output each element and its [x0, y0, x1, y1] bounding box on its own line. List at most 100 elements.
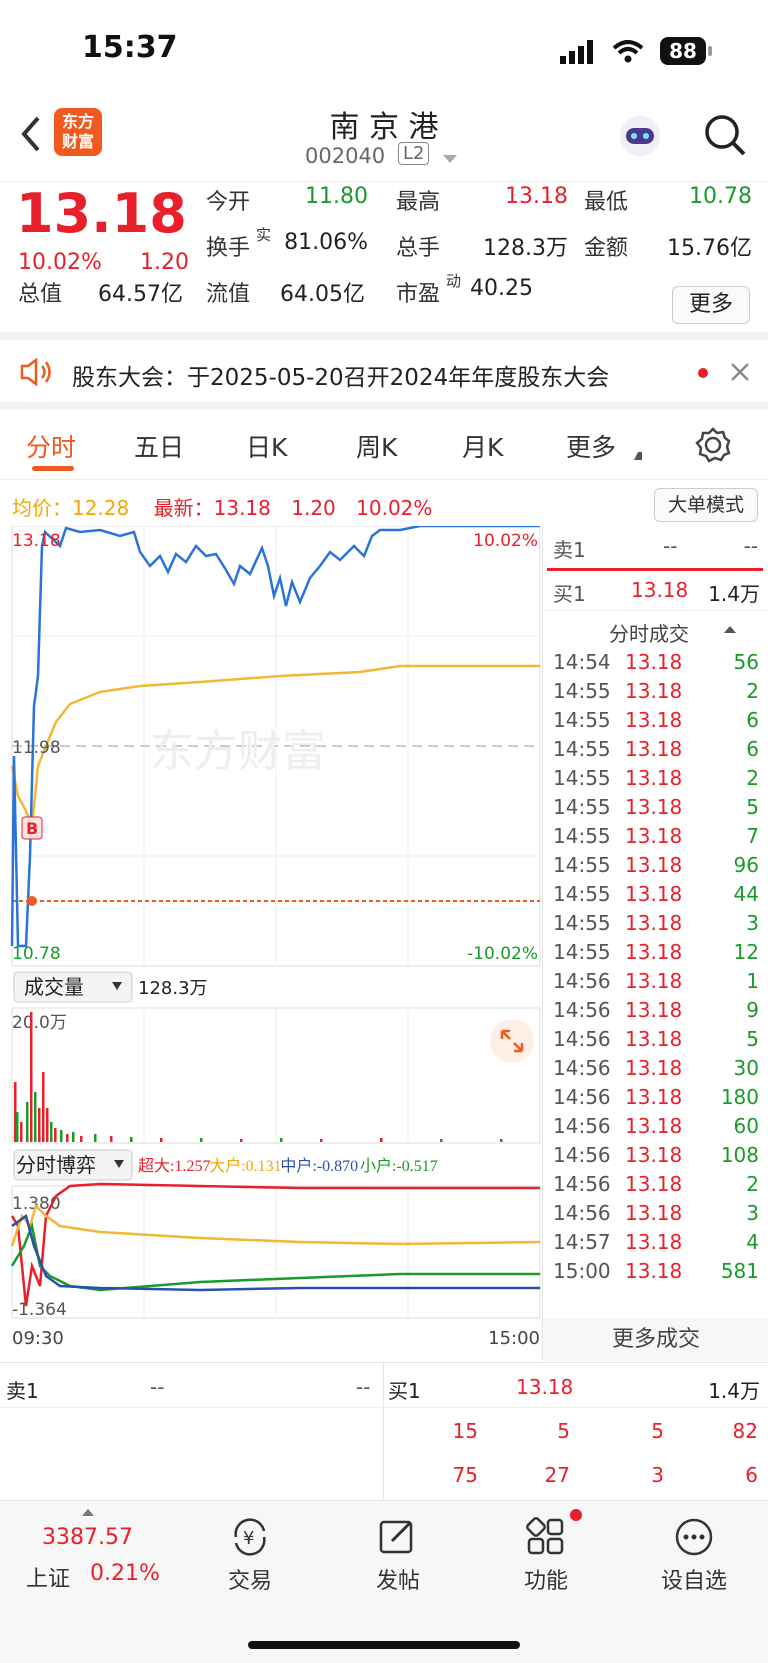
tick-volume: 96: [733, 853, 759, 877]
tick-volume: 9: [746, 998, 759, 1022]
nav-features[interactable]: 功能: [506, 1563, 586, 1595]
avg-value: 12.28: [72, 496, 130, 520]
side-buy1-price: 13.18: [631, 578, 689, 602]
grid-icon[interactable]: [526, 1517, 566, 1557]
edit-icon[interactable]: [378, 1517, 418, 1557]
close-icon[interactable]: [730, 362, 750, 382]
flow-legend-item: 大户:0.131: [209, 1157, 281, 1175]
latest-pct: 10.02%: [356, 496, 433, 520]
tick-price: 13.18: [625, 737, 683, 761]
time-start-label: 09:30: [12, 1328, 64, 1349]
tick-price: 13.18: [625, 766, 683, 790]
nav-post[interactable]: 发帖: [358, 1563, 438, 1595]
tick-time: 14:56: [553, 969, 611, 993]
tick-time: 14:55: [553, 940, 611, 964]
tick-price: 13.18: [625, 795, 683, 819]
side-buy1-volume: 1.4万: [708, 582, 760, 606]
tick-price: 13.18: [625, 1114, 683, 1138]
tick-volume: 30: [733, 1056, 759, 1080]
search-icon[interactable]: [702, 112, 748, 158]
tick-row: 14:56 13.18 9: [543, 998, 768, 1027]
index-value[interactable]: 3387.57: [42, 1525, 133, 1550]
tab-3[interactable]: 周K: [356, 428, 397, 464]
index-up-arrow-icon: [82, 1509, 94, 1516]
book-queue-cell: 75: [452, 1463, 478, 1487]
latest-change: 1.20: [291, 496, 336, 520]
tick-price: 13.18: [625, 1143, 683, 1167]
nav-trade[interactable]: 交易: [210, 1563, 290, 1595]
tick-row: 14:56 13.18 5: [543, 1027, 768, 1056]
tab-4[interactable]: 月K: [462, 428, 503, 464]
tick-row: 14:55 13.18 2: [543, 679, 768, 708]
quote-value: 40.25: [470, 276, 533, 301]
tick-time: 14:56: [553, 1085, 611, 1109]
status-bar: 15:37 88: [0, 0, 768, 100]
divider: [543, 610, 768, 611]
tick-time: 14:56: [553, 1172, 611, 1196]
level-badge[interactable]: L2: [398, 142, 430, 165]
book-sell1-label: 卖1: [6, 1379, 39, 1403]
volume-bar: [94, 1134, 97, 1142]
tick-row: 14:56 13.18 60: [543, 1114, 768, 1143]
tick-volume: 5: [746, 795, 759, 819]
book-queue-cell: 6: [745, 1463, 758, 1487]
tick-row: 14:56 13.18 180: [543, 1085, 768, 1114]
tab-5[interactable]: 更多: [566, 428, 616, 464]
buy-marker-text: B: [26, 819, 38, 838]
tick-volume: 2: [746, 766, 759, 790]
quote-value: 13.18: [505, 184, 568, 209]
nav-add-watchlist[interactable]: 设自选: [654, 1563, 734, 1595]
wifi-icon: [612, 40, 644, 63]
settings-gear-icon[interactable]: [694, 426, 732, 464]
expand-button[interactable]: [490, 1019, 534, 1063]
tick-volume: 2: [746, 1172, 759, 1196]
book-queue-cell: 82: [732, 1419, 758, 1443]
tick-time: 14:56: [553, 1027, 611, 1051]
yen-cycle-icon[interactable]: ¥: [228, 1517, 272, 1557]
robot-assistant-icon[interactable]: [616, 112, 664, 160]
more-tab-arrow-icon: [634, 452, 642, 460]
tick-row: 14:55 13.18 2: [543, 766, 768, 795]
notice-bar[interactable]: 股东大会：于2025-05-20召开2024年年度股东大会: [0, 340, 768, 410]
volume-bar: [66, 1134, 69, 1142]
tick-volume: 1: [746, 969, 759, 993]
volume-bar: [46, 1108, 49, 1142]
volume-bar: [50, 1122, 53, 1142]
volume-total: 128.3万: [138, 978, 208, 999]
tick-price: 13.18: [625, 882, 683, 906]
volume-bar: [26, 1102, 29, 1142]
tick-row: 14:54 13.18 56: [543, 650, 768, 679]
notice-text: 股东大会：于2025-05-20召开2024年年度股东大会: [72, 365, 610, 391]
volume-bar: [42, 1072, 45, 1142]
tick-time: 14:57: [553, 1230, 611, 1254]
tick-price: 13.18: [625, 708, 683, 732]
more-dots-icon[interactable]: [674, 1517, 714, 1557]
volume-bar: [200, 1138, 203, 1142]
tab-2[interactable]: 日K: [246, 428, 287, 464]
tick-row: 14:56 13.18 3: [543, 1201, 768, 1230]
last-price: 13.18: [16, 182, 187, 245]
volume-bar: [72, 1132, 75, 1142]
volume-bar: [80, 1136, 83, 1142]
quote-label: 换手: [206, 236, 251, 261]
index-pct[interactable]: 0.21%: [90, 1561, 160, 1586]
more-ticks-button[interactable]: 更多成交: [543, 1319, 768, 1361]
tab-0[interactable]: 分时: [26, 428, 76, 464]
more-button[interactable]: 更多: [672, 286, 750, 324]
dropdown-arrow-icon[interactable]: [443, 155, 457, 163]
side-sell1-volume: --: [743, 534, 758, 558]
index-name[interactable]: 上证: [26, 1561, 70, 1593]
tick-price: 13.18: [625, 1056, 683, 1080]
tick-time: 14:54: [553, 650, 611, 674]
tick-time: 14:55: [553, 795, 611, 819]
sort-up-icon[interactable]: [724, 626, 736, 633]
tick-time: 14:55: [553, 679, 611, 703]
big-order-mode-button[interactable]: 大单模式: [654, 488, 758, 522]
tick-volume: 2: [746, 679, 759, 703]
tab-1[interactable]: 五日: [134, 428, 184, 464]
change-value: 1.20: [140, 250, 189, 275]
book-buy1-price: 13.18: [516, 1375, 574, 1399]
quote-label: 最低: [584, 190, 629, 215]
spread-divider: [547, 568, 763, 571]
tick-time: 14:56: [553, 1143, 611, 1167]
